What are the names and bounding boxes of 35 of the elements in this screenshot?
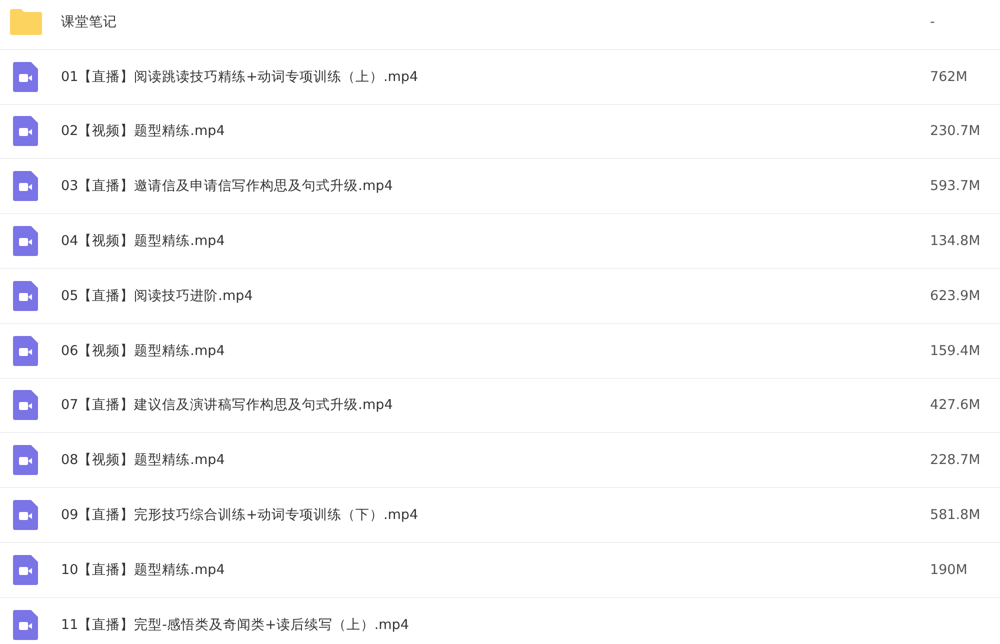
file-name[interactable]: 08【视频】题型精练.mp4 xyxy=(61,451,930,470)
file-name[interactable]: 06【视频】题型精练.mp4 xyxy=(61,342,930,360)
video-file-icon xyxy=(13,554,38,585)
folder-icon xyxy=(10,8,42,35)
file-name[interactable]: 04【视频】题型精练.mp4 xyxy=(61,232,930,250)
file-size: 190M xyxy=(930,562,968,578)
file-size: 762M xyxy=(930,68,968,85)
file-size: 159.4M xyxy=(930,342,982,359)
video-file-icon xyxy=(13,116,38,146)
file-name[interactable]: 01【直播】阅读跳读技巧精练+动词专项训练（上）.mp4 xyxy=(61,68,930,86)
file-name[interactable]: 07【直播】建议信及演讲稿写作构思及句式升级.mp4 xyxy=(61,396,930,414)
file-name[interactable]: 课堂笔记 xyxy=(61,12,930,31)
file-name[interactable]: 03【直播】邀请信及申请信写作构思及句式升级.mp4 xyxy=(61,177,930,196)
file-size: 230.7M xyxy=(930,123,982,140)
file-size: 593.7M xyxy=(930,178,982,194)
file-size: 427.6M xyxy=(930,397,982,414)
video-file-icon xyxy=(13,445,38,476)
video-file-icon xyxy=(13,62,38,92)
file-size: 134.8M xyxy=(930,233,982,250)
video-file-icon xyxy=(13,171,38,202)
file-name[interactable]: 10【直播】题型精练.mp4 xyxy=(61,560,930,579)
video-file-icon xyxy=(13,336,38,366)
file-name[interactable]: 11【直播】完型-感悟类及奇闻类+读后续写（上）.mp4 xyxy=(61,616,1000,634)
file-name[interactable]: 02【视频】题型精练.mp4 xyxy=(61,122,930,140)
file-size: 623.9M xyxy=(930,288,982,304)
file-size: 228.7M xyxy=(930,452,982,468)
file-name[interactable]: 05【直播】阅读技巧进阶.mp4 xyxy=(61,286,930,305)
video-file-icon xyxy=(13,610,38,640)
video-file-icon xyxy=(13,500,38,530)
file-size: - xyxy=(930,14,936,30)
video-file-icon xyxy=(13,226,38,256)
video-file-icon xyxy=(13,390,38,420)
file-size: 581.8M xyxy=(930,507,982,524)
file-name[interactable]: 09【直播】完形技巧综合训练+动词专项训练（下）.mp4 xyxy=(61,506,930,524)
video-file-icon xyxy=(13,280,38,311)
